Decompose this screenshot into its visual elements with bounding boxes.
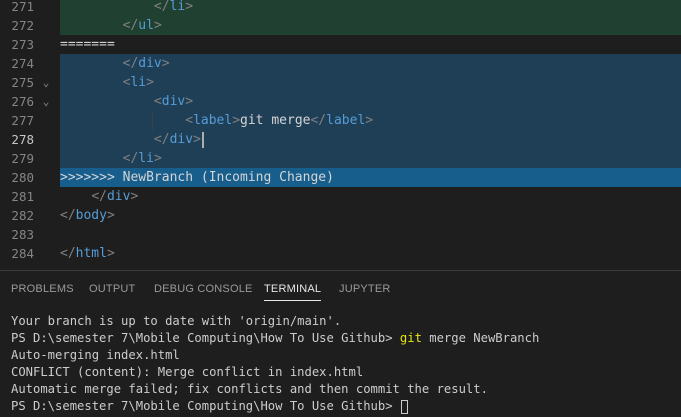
terminal-command-args: merge NewBranch: [421, 331, 540, 345]
tab-terminal-label: TERMINAL: [264, 283, 322, 295]
code-line-282[interactable]: 282 </body>: [0, 206, 681, 225]
code-editor[interactable]: 271 </li> 272 </ul> 273 ======= 274 </di…: [0, 0, 681, 270]
fold-chevron-icon[interactable]: ⌄: [40, 92, 52, 111]
tab-problems[interactable]: PROBLEMS: [11, 283, 74, 295]
code-line-274[interactable]: 274 </div>: [0, 54, 681, 73]
bottom-panel: PROBLEMS OUTPUT DEBUG CONSOLE TERMINAL J…: [0, 270, 681, 417]
line-number: 279: [11, 151, 34, 166]
tab-debug-console[interactable]: DEBUG CONSOLE: [154, 283, 253, 295]
code-line-281[interactable]: 281 </div>: [0, 187, 681, 206]
line-number: 278: [11, 132, 34, 147]
terminal-line: Auto-merging index.html: [11, 348, 180, 362]
line-number: 272: [11, 18, 34, 33]
terminal-output[interactable]: Your branch is up to date with 'origin/m…: [11, 313, 681, 415]
conflict-separator-line[interactable]: 273 =======: [0, 35, 681, 54]
line-number: 281: [11, 189, 34, 204]
fold-chevron-icon[interactable]: ⌄: [40, 73, 52, 92]
line-number: 280: [11, 170, 34, 185]
code-line-283[interactable]: 283: [0, 225, 681, 244]
panel-tabs: PROBLEMS OUTPUT DEBUG CONSOLE TERMINAL J…: [0, 271, 681, 307]
code-line-272[interactable]: 272 </ul>: [0, 16, 681, 35]
code-line-284[interactable]: 284 </html>: [0, 244, 681, 263]
code-line-275[interactable]: 275 ⌄ <li>: [0, 73, 681, 92]
line-number: 283: [11, 227, 34, 242]
line-number: 276: [11, 94, 34, 109]
terminal-prompt: PS D:\semester 7\Mobile Computing\How To…: [11, 331, 400, 345]
terminal-cursor: [400, 399, 408, 414]
line-number: 274: [11, 56, 34, 71]
incoming-change-marker: >>>>>>> NewBranch (Incoming Change): [60, 170, 334, 185]
tab-jupyter[interactable]: JUPYTER: [339, 283, 391, 295]
tab-output[interactable]: OUTPUT: [89, 283, 135, 295]
incoming-change-marker-line[interactable]: 280 >>>>>>> NewBranch (Incoming Change): [0, 168, 681, 187]
terminal-line: CONFLICT (content): Merge conflict in in…: [11, 365, 364, 379]
line-number: 273: [11, 37, 34, 52]
conflict-separator: =======: [60, 37, 115, 52]
text-cursor: [201, 131, 204, 148]
line-number: 275: [11, 75, 34, 90]
terminal-line: Automatic merge failed; fix conflicts an…: [11, 382, 488, 396]
line-number: 271: [11, 0, 34, 14]
line-number: 277: [11, 113, 34, 128]
tab-terminal[interactable]: TERMINAL: [264, 283, 322, 301]
code-line-277[interactable]: 277 <label>git merge</label>: [0, 111, 681, 130]
code-line-276[interactable]: 276 ⌄ <div>: [0, 92, 681, 111]
code-line-278[interactable]: 278 </div>: [0, 130, 681, 149]
line-number: 284: [11, 246, 34, 261]
terminal-prompt: PS D:\semester 7\Mobile Computing\How To…: [11, 399, 400, 413]
code-line-271[interactable]: 271 </li>: [0, 0, 681, 16]
terminal-line[interactable]: PS D:\semester 7\Mobile Computing\How To…: [11, 398, 681, 415]
terminal-command-git: git: [399, 331, 422, 345]
terminal-line: Your branch is up to date with 'origin/m…: [11, 314, 342, 328]
code-line-279[interactable]: 279 </li>: [0, 149, 681, 168]
line-number: 282: [11, 208, 34, 223]
active-tab-indicator: [264, 300, 322, 301]
terminal-line: PS D:\semester 7\Mobile Computing\How To…: [11, 330, 681, 347]
